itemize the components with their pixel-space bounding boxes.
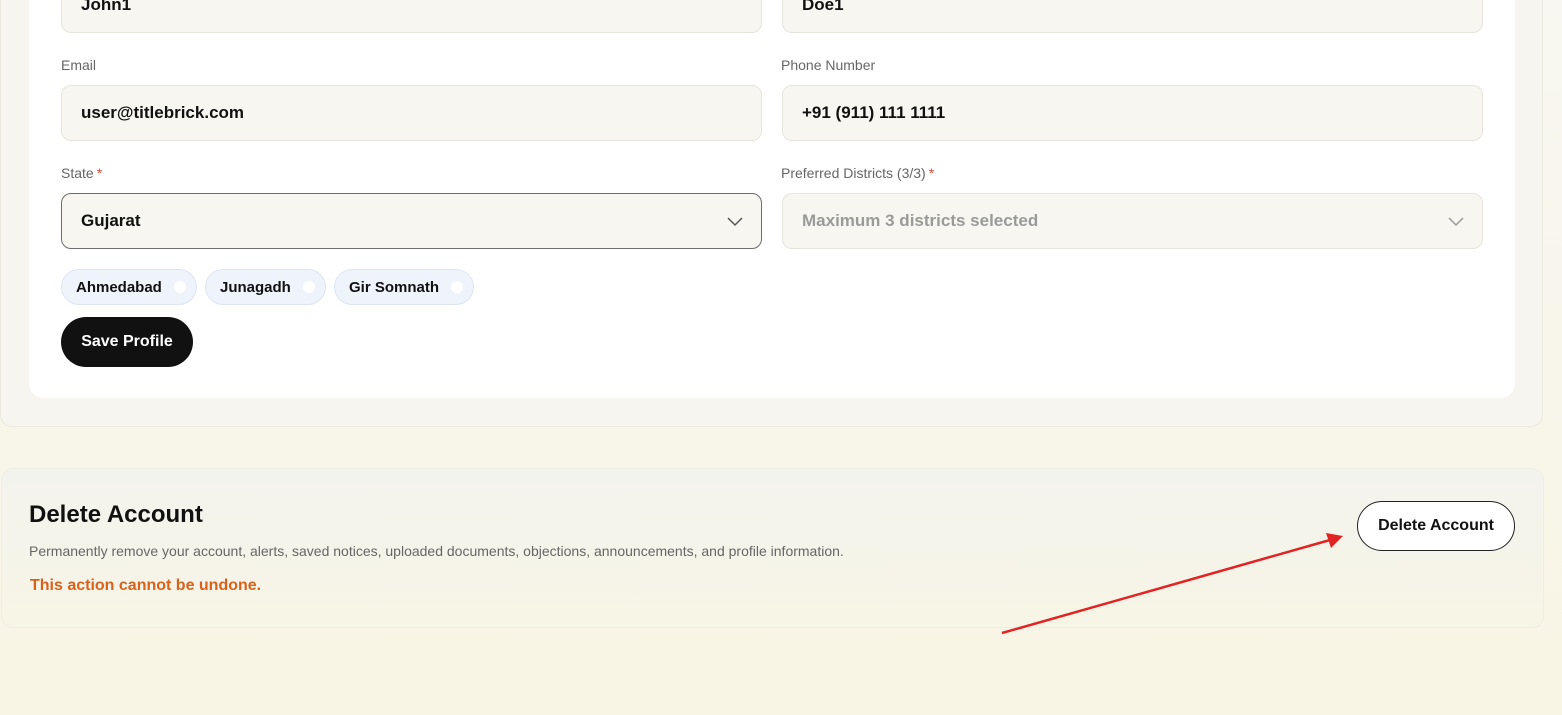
phone-value: +91 (911) 111 1111 <box>802 103 946 122</box>
first-name-input[interactable]: John1 <box>61 0 762 33</box>
district-chip: Ahmedabad <box>61 269 197 305</box>
delete-account-description: Permanently remove your account, alerts,… <box>29 543 844 559</box>
districts-label-text: Preferred Districts (3/3) <box>781 165 926 181</box>
state-value: Gujarat <box>81 211 141 230</box>
district-chip: Gir Somnath <box>334 269 475 305</box>
first-name-value: John1 <box>81 0 132 14</box>
district-chip-label: Gir Somnath <box>349 278 440 296</box>
districts-required-mark: * <box>928 165 935 181</box>
delete-account-button[interactable]: Delete Account <box>1357 501 1515 551</box>
email-label-text: Email <box>61 57 97 73</box>
chip-remove-icon[interactable] <box>451 281 464 293</box>
state-label: State * <box>61 165 102 181</box>
delete-account-title: Delete Account <box>29 501 203 528</box>
district-chip-label: Junagadh <box>220 278 291 296</box>
district-chip: Junagadh <box>205 269 326 305</box>
delete-account-warning: This action cannot be undone. <box>30 577 262 594</box>
phone-label-text: Phone Number <box>781 57 876 73</box>
districts-label: Preferred Districts (3/3) * <box>781 165 934 181</box>
state-label-text: State <box>61 165 94 181</box>
chevron-down-icon <box>727 217 743 227</box>
state-select[interactable]: Gujarat <box>61 193 762 249</box>
district-chip-label: Ahmedabad <box>76 278 162 296</box>
phone-label: Phone Number <box>781 57 875 73</box>
phone-field[interactable]: +91 (911) 111 1111 <box>782 85 1483 141</box>
chevron-down-icon <box>1448 217 1464 227</box>
save-profile-button[interactable]: Save Profile <box>61 317 193 367</box>
chip-remove-icon[interactable] <box>302 281 315 293</box>
last-name-input[interactable]: Doe1 <box>782 0 1483 33</box>
state-required-mark: * <box>96 165 103 181</box>
red-arrow-annotation <box>1001 533 1343 635</box>
email-value: user@titlebrick.com <box>81 103 245 122</box>
email-field[interactable]: user@titlebrick.com <box>61 85 762 141</box>
last-name-value: Doe1 <box>802 0 844 14</box>
chip-remove-icon[interactable] <box>173 281 186 293</box>
districts-placeholder: Maximum 3 districts selected <box>802 211 1039 230</box>
districts-select[interactable]: Maximum 3 districts selected <box>782 193 1483 249</box>
email-label: Email <box>61 57 96 73</box>
